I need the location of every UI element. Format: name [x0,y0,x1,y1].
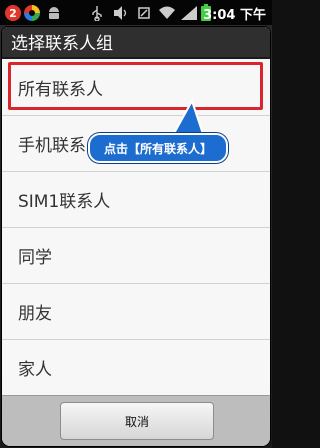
dialog-title: 选择联系人组 [2,27,270,59]
callout-bubble: 点击【所有联系人】 [88,133,228,163]
signal-icon [180,4,198,21]
list-item-sim1-contacts[interactable]: SIM1联系人 [2,172,270,228]
vibrate-icon [112,4,130,21]
status-bar: 2 3:04 下午 [0,0,272,25]
list-item-label: 同学 [18,248,52,268]
android-icon [46,4,62,21]
usb-debug-icon [136,4,152,21]
list-item-friends[interactable]: 朋友 [2,284,270,340]
notification-count-badge[interactable]: 2 [5,5,21,21]
status-time: 3:04 下午 [203,8,266,23]
contact-group-dialog: 选择联系人组 所有联系人 手机联系人 SIM1联系人 同学 朋友 家人 取消 [2,27,270,446]
list-item-family[interactable]: 家人 [2,340,270,396]
dialog-button-bar: 取消 [2,395,270,446]
list-item-label: SIM1联系人 [18,192,111,212]
callout-text: 点击【所有联系人】 [103,141,212,156]
wifi-icon [158,4,176,21]
list-item-all-contacts[interactable]: 所有联系人 [2,60,270,116]
list-item-label: 朋友 [18,304,52,324]
list-item-classmates[interactable]: 同学 [2,228,270,284]
cancel-button[interactable]: 取消 [60,402,214,440]
list-item-label: 家人 [18,360,52,380]
list-item-label: 所有联系人 [18,80,103,100]
colorwheel-icon [23,4,41,22]
contact-group-list: 所有联系人 手机联系人 SIM1联系人 同学 朋友 家人 [2,60,270,396]
usb-icon [90,4,104,21]
